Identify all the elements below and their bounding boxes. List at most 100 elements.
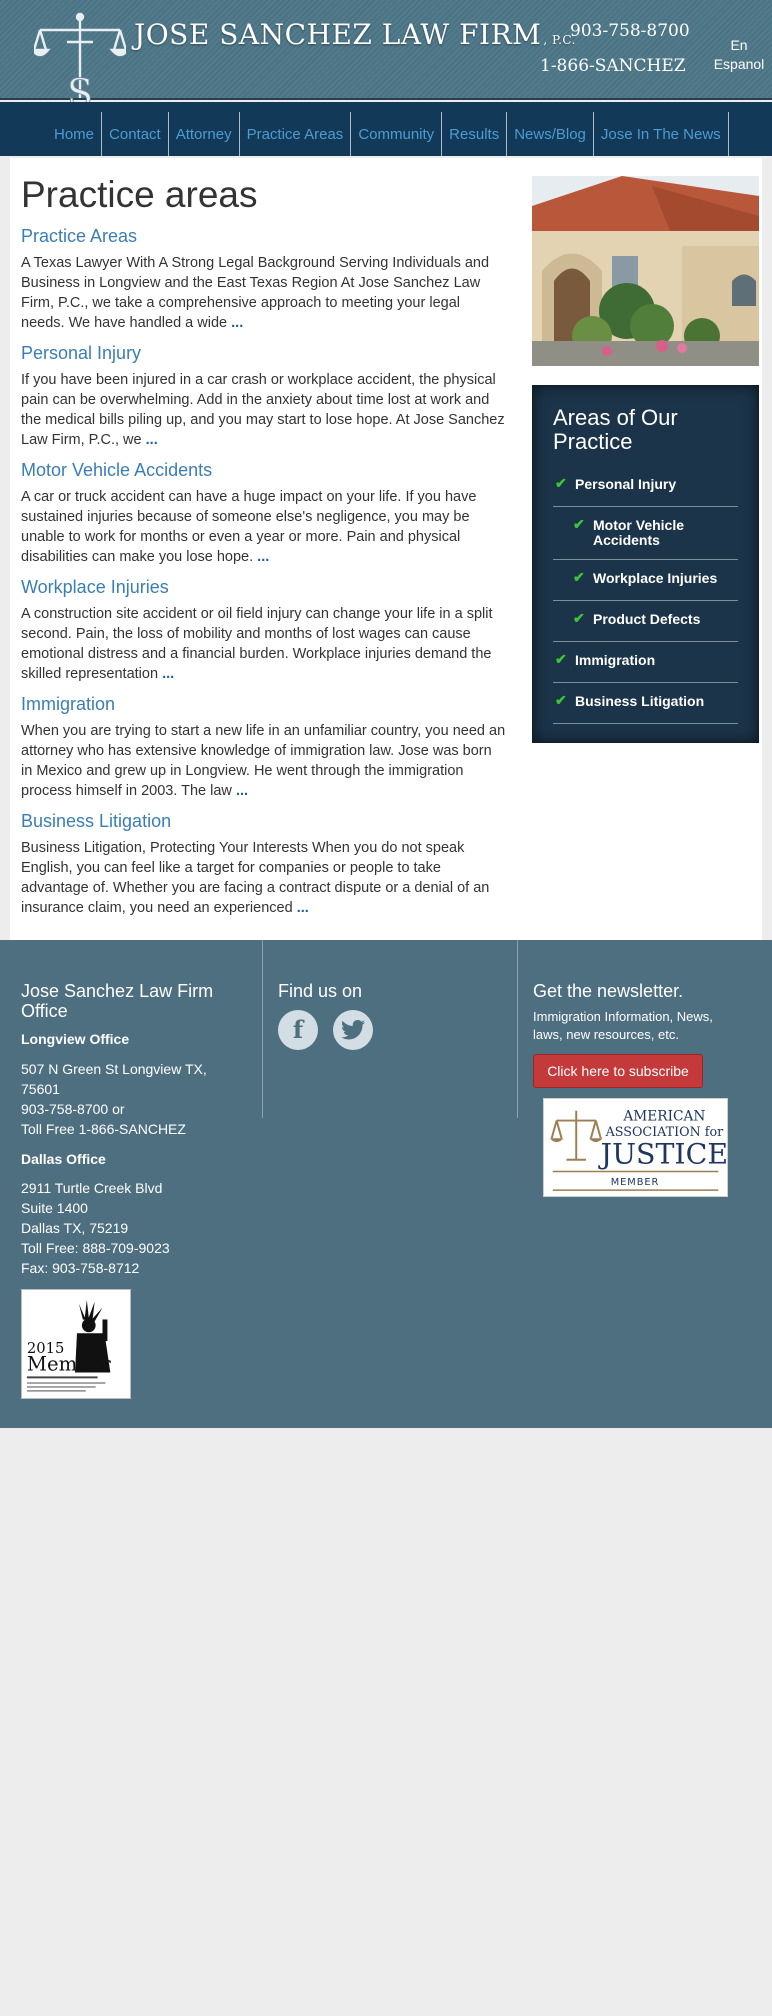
areas-of-practice-list: ✔ Personal Injury ✔ Motor Vehicle Accident… xyxy=(553,466,738,724)
dallas-address: 2911 Turtle Creek Blvd Suite 1400 Dallas… xyxy=(21,1178,170,1278)
site-header: S JOSE SANCHEZ LAW FIRM, P.C. 903-758-87… xyxy=(0,0,772,108)
scales-of-justice-logo-icon[interactable]: S xyxy=(34,12,126,108)
practice-item-label[interactable]: Immigration xyxy=(575,652,655,668)
house-photo xyxy=(532,176,759,366)
article-excerpt: A Texas Lawyer With A Strong Legal Backg… xyxy=(21,253,506,333)
practice-item-personal-injury[interactable]: ✔ Personal Injury xyxy=(553,466,738,507)
office-heading: Jose Sanchez Law Firm Office xyxy=(21,981,214,1021)
twitter-icon[interactable] xyxy=(333,1010,373,1050)
address-line: Suite 1400 xyxy=(21,1200,88,1216)
article-title[interactable]: Immigration xyxy=(21,694,506,714)
twitter-bird-icon xyxy=(341,1020,365,1040)
nav-item-jose-in-the-news[interactable]: Jose In The News xyxy=(594,112,729,156)
longview-office-title: Longview Office xyxy=(21,1031,130,1047)
nav-item-results[interactable]: Results xyxy=(442,112,508,156)
article-text: When you are trying to start a new life … xyxy=(21,723,506,799)
phone-line[interactable]: 903-758-8700 or xyxy=(21,1099,207,1119)
check-icon: ✔ xyxy=(555,651,567,667)
article-text: A car or truck accident can have a huge … xyxy=(21,489,477,565)
article: Practice Areas A Texas Lawyer With A Str… xyxy=(21,226,506,333)
article-excerpt: A car or truck accident can have a huge … xyxy=(21,487,506,567)
article: Motor Vehicle Accidents A car or truck a… xyxy=(21,460,506,567)
read-more-link[interactable]: ... xyxy=(162,666,174,682)
article-title[interactable]: Business Litigation xyxy=(21,811,506,831)
address-line: 75601 xyxy=(21,1081,60,1097)
address-line: 2911 Turtle Creek Blvd xyxy=(21,1180,163,1196)
newsletter-description: Immigration Information, News, laws, new… xyxy=(533,1009,713,1042)
article: Immigration When you are trying to start… xyxy=(21,694,506,801)
article: Business Litigation Business Litigation,… xyxy=(21,811,506,918)
nav-item-practice-areas[interactable]: Practice Areas xyxy=(240,112,352,156)
address-line: Dallas TX, 75219 xyxy=(21,1220,129,1236)
subscribe-button[interactable]: Click here to subscribe xyxy=(533,1054,703,1088)
check-icon: ✔ xyxy=(573,569,585,585)
find-us-heading: Find us on xyxy=(278,981,363,1001)
page-title: Practice areas xyxy=(21,174,258,215)
practice-item-product-defects[interactable]: ✔ Product Defects xyxy=(553,601,738,642)
check-icon: ✔ xyxy=(573,516,585,532)
practice-item-business-litigation[interactable]: ✔ Business Litigation xyxy=(553,683,738,724)
read-more-link[interactable]: ... xyxy=(236,783,248,799)
main-nav: Home Contact Attorney Practice Areas Com… xyxy=(0,102,772,156)
article-text: If you have been injured in a car crash … xyxy=(21,372,505,448)
firm-name-text: JOSE SANCHEZ LAW FIRM xyxy=(134,18,542,51)
svg-text:MEMBER: MEMBER xyxy=(611,1177,660,1188)
nav-item-attorney[interactable]: Attorney xyxy=(169,112,240,156)
address-line: 507 N Green St Longview TX, xyxy=(21,1061,207,1077)
footer-divider xyxy=(262,940,263,1118)
footer-divider xyxy=(517,940,518,1118)
article-title[interactable]: Motor Vehicle Accidents xyxy=(21,460,506,480)
article-text: Business Litigation, Protecting Your Int… xyxy=(21,840,490,916)
language-toggle-link[interactable]: En Espanol xyxy=(712,36,766,74)
article: Personal Injury If you have been injured… xyxy=(21,343,506,450)
article-excerpt: If you have been injured in a car crash … xyxy=(21,370,506,450)
practice-item-label[interactable]: Product Defects xyxy=(593,611,700,627)
practice-item-label[interactable]: Business Litigation xyxy=(575,693,704,709)
nav-list: Home Contact Attorney Practice Areas Com… xyxy=(46,112,729,156)
svg-text:JUSTICE: JUSTICE xyxy=(598,1138,728,1171)
article-text: A Texas Lawyer With A Strong Legal Backg… xyxy=(21,255,490,331)
phone-local[interactable]: 903-758-8700 xyxy=(570,21,690,41)
practice-articles: Practice Areas A Texas Lawyer With A Str… xyxy=(21,226,506,928)
phone-tollfree[interactable]: 1-866-SANCHEZ xyxy=(540,56,686,76)
article-text: A construction site accident or oil fiel… xyxy=(21,606,493,682)
read-more-link[interactable]: ... xyxy=(257,549,269,565)
check-icon: ✔ xyxy=(555,475,567,491)
practice-item-motor-vehicle-accidents[interactable]: ✔ Motor Vehicle Accidents xyxy=(553,507,738,560)
read-more-link[interactable]: ... xyxy=(231,315,243,331)
newsletter-heading: Get the newsletter. xyxy=(533,981,684,1001)
read-more-link[interactable]: ... xyxy=(297,900,309,916)
check-icon: ✔ xyxy=(555,692,567,708)
nav-item-contact[interactable]: Contact xyxy=(102,112,169,156)
svg-text:Member: Member xyxy=(27,1353,111,1376)
practice-item-immigration[interactable]: ✔ Immigration xyxy=(553,642,738,683)
article-title[interactable]: Personal Injury xyxy=(21,343,506,363)
dallas-office-title: Dallas Office xyxy=(21,1151,106,1167)
practice-item-label[interactable]: Personal Injury xyxy=(575,476,676,492)
nav-item-news-blog[interactable]: News/Blog xyxy=(507,112,594,156)
phone-line[interactable]: Toll Free 1-866-SANCHEZ xyxy=(21,1119,207,1139)
practice-item-label[interactable]: Motor Vehicle Accidents xyxy=(593,517,684,548)
article-excerpt: When you are trying to start a new life … xyxy=(21,721,506,801)
aila-2015-member-badge[interactable]: 2015 Member xyxy=(21,1289,131,1399)
phone-line[interactable]: Toll Free: 888-709-9023 xyxy=(21,1238,170,1258)
article-title[interactable]: Practice Areas xyxy=(21,226,506,246)
article-excerpt: A construction site accident or oil fiel… xyxy=(21,604,506,684)
areas-of-practice-panel: Areas of Our Practice ✔ Personal Injury ✔… xyxy=(532,385,759,743)
read-more-link[interactable]: ... xyxy=(146,432,158,448)
american-association-for-justice-badge[interactable]: AMERICAN ASSOCIATION for JUSTICE MEMBER xyxy=(543,1098,728,1197)
nav-item-home[interactable]: Home xyxy=(46,112,103,156)
nav-item-community[interactable]: Community xyxy=(351,112,443,156)
check-icon: ✔ xyxy=(573,610,585,626)
article: Workplace Injuries A construction site a… xyxy=(21,577,506,684)
firm-name[interactable]: JOSE SANCHEZ LAW FIRM, P.C. xyxy=(134,18,576,51)
longview-address: 507 N Green St Longview TX, 75601 903-75… xyxy=(21,1059,207,1139)
article-title[interactable]: Workplace Injuries xyxy=(21,577,506,597)
fax-line: Fax: 903-758-8712 xyxy=(21,1260,140,1276)
practice-item-workplace-injuries[interactable]: ✔ Workplace Injuries xyxy=(553,560,738,601)
practice-item-label[interactable]: Workplace Injuries xyxy=(593,570,717,586)
areas-of-practice-heading: Areas of Our Practice xyxy=(553,405,678,454)
facebook-icon[interactable]: f xyxy=(278,1010,318,1050)
article-excerpt: Business Litigation, Protecting Your Int… xyxy=(21,838,506,918)
svg-text:AMERICAN: AMERICAN xyxy=(622,1109,705,1125)
